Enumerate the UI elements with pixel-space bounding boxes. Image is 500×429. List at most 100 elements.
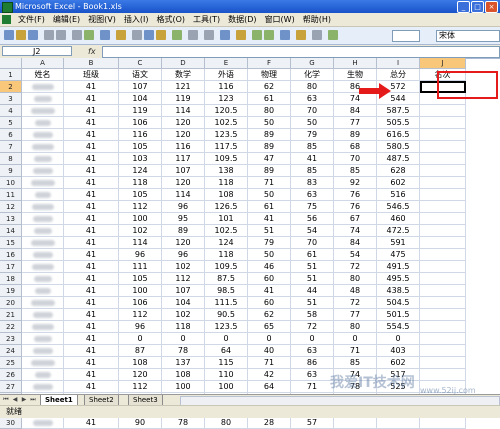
cell-a[interactable]: [22, 177, 64, 189]
cell-h[interactable]: 74: [334, 225, 377, 237]
cell-d[interactable]: 112: [162, 273, 205, 285]
print-icon[interactable]: [72, 30, 82, 40]
cell-f[interactable]: 46: [248, 261, 291, 273]
cell-j[interactable]: [420, 321, 466, 333]
cell-b[interactable]: 41: [64, 93, 119, 105]
column-header-j[interactable]: J: [420, 58, 466, 69]
cell-i[interactable]: [377, 417, 420, 429]
cell-h[interactable]: 80: [334, 321, 377, 333]
cell-a[interactable]: [22, 225, 64, 237]
cell-f[interactable]: 60: [248, 273, 291, 285]
row-header[interactable]: 7: [0, 141, 22, 153]
cell-c[interactable]: 100: [119, 285, 162, 297]
cell-a[interactable]: [22, 213, 64, 225]
cell-g[interactable]: 50: [291, 117, 334, 129]
cell-i[interactable]: 501.5: [377, 309, 420, 321]
cell-g[interactable]: 51: [291, 273, 334, 285]
cell-b[interactable]: 41: [64, 309, 119, 321]
cell-g[interactable]: 57: [291, 417, 334, 429]
row-header[interactable]: 24: [0, 345, 22, 357]
row-header[interactable]: 27: [0, 381, 22, 393]
cell-e[interactable]: 111.5: [205, 297, 248, 309]
cell-e[interactable]: 123.5: [205, 129, 248, 141]
cell-a[interactable]: [22, 309, 64, 321]
cell-j[interactable]: [420, 201, 466, 213]
menu-item[interactable]: 窗口(W): [261, 14, 299, 25]
cell-e[interactable]: 108: [205, 189, 248, 201]
cell-i[interactable]: 504.5: [377, 297, 420, 309]
column-header-b[interactable]: B: [64, 58, 119, 69]
cell-b[interactable]: 41: [64, 129, 119, 141]
cell-e[interactable]: 118: [205, 249, 248, 261]
cell-c[interactable]: 语文: [119, 69, 162, 81]
cell-d[interactable]: 107: [162, 285, 205, 297]
cell-f[interactable]: 61: [248, 201, 291, 213]
cell-e[interactable]: 123.5: [205, 321, 248, 333]
new-icon[interactable]: [4, 30, 14, 40]
cell-i[interactable]: 0: [377, 333, 420, 345]
cell-f[interactable]: 47: [248, 153, 291, 165]
cell-g[interactable]: 63: [291, 345, 334, 357]
cell-h[interactable]: 77: [334, 117, 377, 129]
email-icon[interactable]: [56, 30, 66, 40]
next-sheet-icon[interactable]: ▶: [20, 396, 28, 404]
sort-ascending-icon[interactable]: [252, 30, 262, 40]
cell-g[interactable]: 44: [291, 285, 334, 297]
cell-d[interactable]: 116: [162, 141, 205, 153]
cell-e[interactable]: 98.5: [205, 285, 248, 297]
maximize-button[interactable]: □: [471, 1, 484, 13]
column-header-c[interactable]: C: [119, 58, 162, 69]
cell-f[interactable]: 物理: [248, 69, 291, 81]
cell-c[interactable]: 108: [119, 357, 162, 369]
cell-b[interactable]: 41: [64, 237, 119, 249]
cell-f[interactable]: 50: [248, 249, 291, 261]
prev-sheet-icon[interactable]: ◀: [11, 396, 19, 404]
cell-j[interactable]: [420, 369, 466, 381]
menu-item[interactable]: 插入(I): [120, 14, 153, 25]
row-header[interactable]: 21: [0, 309, 22, 321]
cell-e[interactable]: 109.5: [205, 153, 248, 165]
cell-b[interactable]: 41: [64, 369, 119, 381]
cell-d[interactable]: 78: [162, 345, 205, 357]
cell-f[interactable]: 89: [248, 141, 291, 153]
cell-j[interactable]: [420, 153, 466, 165]
cell-f[interactable]: 41: [248, 285, 291, 297]
cell-a[interactable]: [22, 285, 64, 297]
column-header-a[interactable]: A: [22, 58, 64, 69]
cell-a[interactable]: [22, 333, 64, 345]
cell-e[interactable]: 126.5: [205, 201, 248, 213]
row-header[interactable]: 12: [0, 201, 22, 213]
print-preview-icon[interactable]: [84, 30, 94, 40]
close-button[interactable]: ×: [485, 1, 498, 13]
row-header[interactable]: 16: [0, 249, 22, 261]
cell-f[interactable]: 50: [248, 189, 291, 201]
cell-i[interactable]: 616.5: [377, 129, 420, 141]
cell-h[interactable]: 76: [334, 201, 377, 213]
zoom-select[interactable]: [392, 30, 420, 42]
cell-g[interactable]: 56: [291, 213, 334, 225]
help-icon[interactable]: [328, 30, 338, 40]
row-header[interactable]: 22: [0, 321, 22, 333]
row-header[interactable]: 26: [0, 369, 22, 381]
cell-c[interactable]: 112: [119, 309, 162, 321]
zoom-icon[interactable]: [312, 30, 322, 40]
cell-h[interactable]: 85: [334, 357, 377, 369]
save-icon[interactable]: [28, 30, 38, 40]
cell-c[interactable]: 103: [119, 153, 162, 165]
cell-c[interactable]: 112: [119, 381, 162, 393]
cell-e[interactable]: 138: [205, 165, 248, 177]
cell-i[interactable]: 554.5: [377, 321, 420, 333]
cell-b[interactable]: 41: [64, 297, 119, 309]
cell-j[interactable]: [420, 165, 466, 177]
sort-descending-icon[interactable]: [264, 30, 274, 40]
cell-e[interactable]: 118: [205, 177, 248, 189]
menu-item[interactable]: 工具(T): [189, 14, 224, 25]
cell-j[interactable]: [420, 297, 466, 309]
cell-a[interactable]: [22, 153, 64, 165]
row-header[interactable]: 14: [0, 225, 22, 237]
cell-g[interactable]: 51: [291, 297, 334, 309]
chart-wizard-icon[interactable]: [280, 30, 290, 40]
cell-b[interactable]: 41: [64, 201, 119, 213]
cell-e[interactable]: 110: [205, 369, 248, 381]
cell-g[interactable]: 72: [291, 321, 334, 333]
